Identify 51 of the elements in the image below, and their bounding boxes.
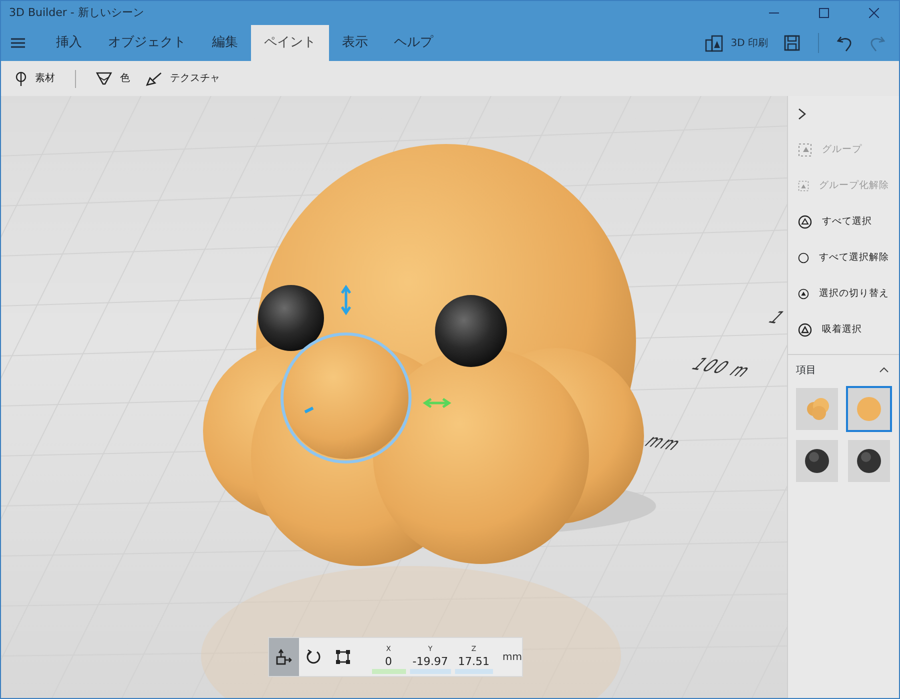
unit-label: mm [502, 650, 522, 664]
undo-icon [837, 34, 853, 52]
item-thumbnail[interactable] [848, 440, 890, 482]
rotate-icon [306, 649, 321, 665]
panel-action[interactable]: 選択の切り替え [788, 276, 899, 312]
menu-tab[interactable]: 編集 [199, 25, 251, 61]
sphere-icon [855, 395, 883, 423]
scale-label: 1 [762, 306, 787, 330]
color-button[interactable]: 色 [90, 71, 136, 86]
coordinate-value: 0 [385, 654, 392, 670]
pin-icon [15, 71, 27, 86]
window-title: 3D Builder - 新しいシーン [9, 4, 144, 21]
printer-icon [704, 34, 723, 52]
material-button[interactable]: 素材 [9, 71, 61, 86]
group-icon [798, 143, 812, 157]
maximize-icon [819, 8, 829, 18]
menu-icon [11, 38, 25, 48]
panel-action[interactable]: すべて選択 [788, 204, 899, 240]
menu-tab[interactable]: ペイント [251, 25, 329, 61]
circle-icon [798, 251, 809, 265]
print-button[interactable]: 3D 印刷 [696, 25, 776, 61]
move-gizmo-drawing[interactable] [280, 284, 452, 464]
item-thumbnail[interactable] [796, 440, 838, 482]
item-thumbnail[interactable] [846, 386, 892, 432]
close-icon [869, 8, 879, 18]
coordinate-value: 17.51 [458, 654, 490, 670]
move-mode-button[interactable] [269, 638, 299, 676]
select-icon [798, 287, 809, 301]
coordinate-value: -19.97 [412, 654, 448, 670]
section-title: 項目 [796, 364, 816, 378]
menu-tab[interactable]: 表示 [329, 25, 381, 61]
panel-action[interactable]: すべて選択解除 [788, 240, 899, 276]
sphere-icon [803, 447, 831, 475]
menu-tab[interactable]: ヘルプ [381, 25, 446, 61]
item-thumbnail[interactable] [796, 388, 838, 430]
dropper-icon [96, 71, 112, 86]
move-icon [275, 649, 292, 665]
scale-label: mm [638, 430, 690, 456]
select-icon [798, 215, 812, 229]
chevron-right-icon [798, 108, 806, 120]
redo-icon [869, 34, 885, 52]
sphere-icon [855, 447, 883, 475]
ungroup-icon [798, 179, 809, 193]
panel-action[interactable]: 吸着選択 [788, 312, 899, 348]
menu-tab[interactable]: オブジェクト [95, 25, 199, 61]
texture-button[interactable]: テクスチャ [140, 71, 226, 86]
resize-icon [334, 649, 351, 665]
scale-label: 100 m [685, 352, 760, 384]
chevron-up-icon [879, 367, 889, 374]
save-icon [784, 35, 800, 51]
menu-tab[interactable]: 挿入 [43, 25, 95, 61]
